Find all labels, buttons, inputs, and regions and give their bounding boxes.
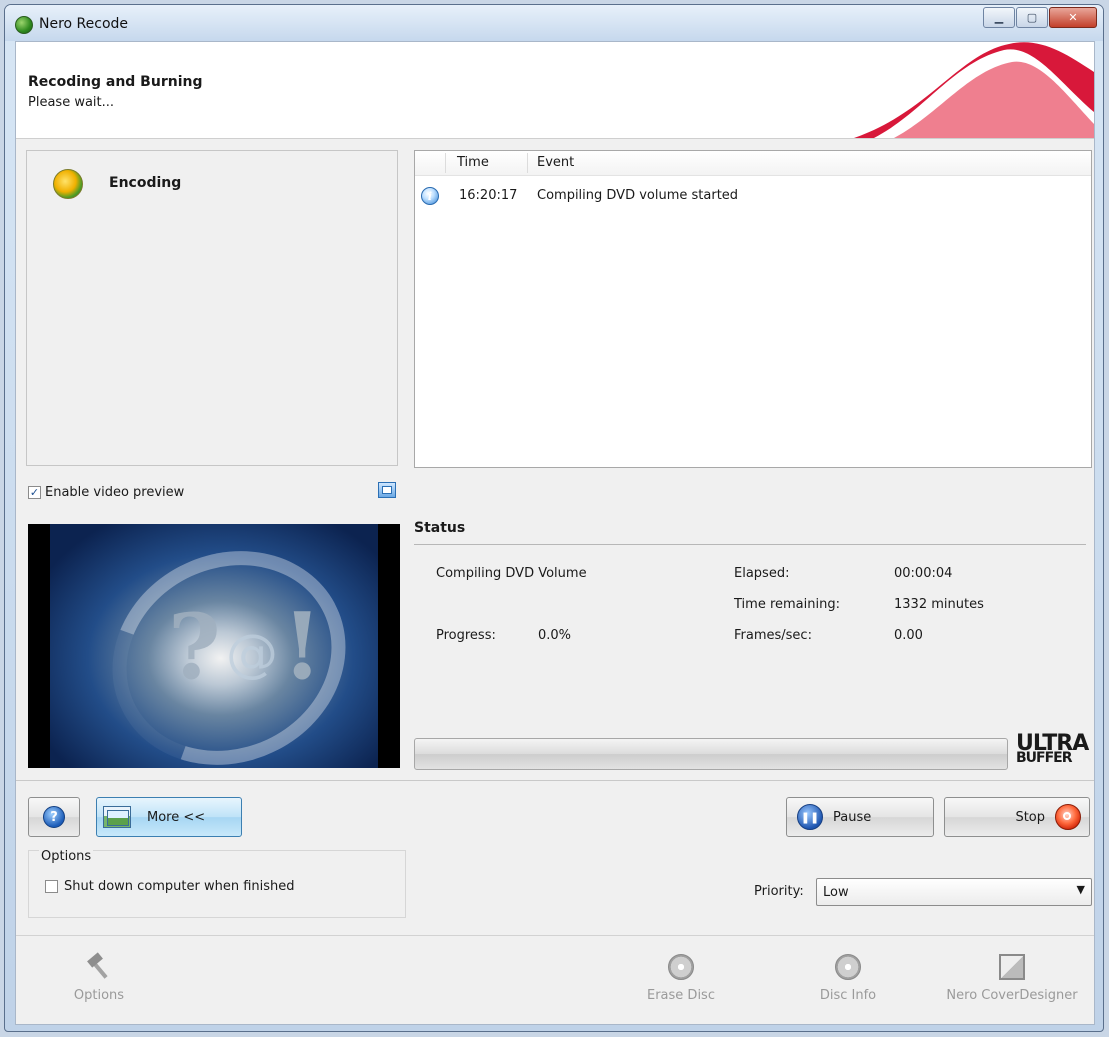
stage-panel: Encoding [26,150,398,466]
enable-video-preview-label: Enable video preview [45,485,185,500]
page-subtitle: Please wait... [28,95,115,110]
priority-selected-value: Low [823,885,849,900]
cover-designer-label: Nero CoverDesigner [946,988,1078,1003]
shutdown-label: Shut down computer when finished [64,879,295,894]
column-separator[interactable] [445,153,446,173]
stop-button[interactable]: Stop [944,797,1090,837]
event-log[interactable]: Time Event i 16:20:17 Compiling DVD volu… [414,150,1092,468]
progress-value: 0.0% [538,628,572,643]
frames-per-sec-label: Frames/sec: [734,628,812,643]
help-button[interactable]: ? [28,797,80,837]
disc-info-label: Disc Info [819,988,877,1003]
checkbox-unchecked-icon[interactable] [45,880,58,893]
pause-button[interactable]: ❚❚ Pause [786,797,934,837]
app-window: Nero Recode ▁ ▢ ✕ Recoding and Burning P… [4,4,1104,1032]
stage-encoding-label: Encoding [109,175,182,191]
progress-bar [414,738,1008,770]
info-icon: i [421,187,439,205]
shutdown-checkbox[interactable]: Shut down computer when finished [45,879,295,894]
cover-designer-icon [999,954,1025,980]
pause-icon: ❚❚ [797,804,823,830]
options-group: Options Shut down computer when finished [28,849,406,918]
client-area: Recoding and Burning Please wait... Enco… [15,41,1095,1025]
erase-disc-label: Erase Disc [647,988,715,1003]
preview-toggle-icon [103,806,131,828]
time-remaining-value: 1332 minutes [894,597,984,612]
pause-button-label: Pause [833,809,872,825]
help-icon: ? [43,806,65,828]
window-controls: ▁ ▢ ✕ [983,7,1097,28]
options-tool-button[interactable]: Options [64,954,134,1003]
table-row[interactable]: i 16:20:17 Compiling DVD volume started [415,187,1091,207]
erase-disc-icon [668,954,694,980]
encoding-icon [53,169,83,199]
title-bar[interactable]: Nero Recode ▁ ▢ ✕ [5,5,1103,41]
detach-preview-icon[interactable] [378,482,396,498]
stop-icon [1055,804,1081,830]
page-title: Recoding and Burning [28,74,203,90]
progress-label: Progress: [436,628,496,643]
status-heading: Status [414,520,466,536]
event-text: Compiling DVD volume started [537,188,739,203]
section-divider [16,780,1094,781]
checkbox-checked-icon[interactable]: ✓ [28,486,41,499]
ultrabuffer-logo: ULTRA BUFFER [1016,731,1089,766]
column-header-event[interactable]: Event [537,155,574,170]
erase-disc-button[interactable]: Erase Disc [638,954,724,1003]
disc-info-icon [835,954,861,980]
frames-per-sec-value: 0.00 [894,628,923,643]
cover-designer-button[interactable]: Nero CoverDesigner [932,954,1092,1003]
status-divider [414,544,1086,545]
options-tool-label: Options [73,988,125,1003]
video-preview: ? @ ! [28,524,400,768]
time-remaining-label: Time remaining: [734,597,840,612]
nero-wave-logo [854,42,1094,138]
more-button[interactable]: More << [96,797,242,837]
status-operation: Compiling DVD Volume [436,566,587,581]
preview-image: ? @ ! [50,524,381,768]
toolbar-divider [16,935,1094,936]
elapsed-value: 00:00:04 [894,566,953,581]
elapsed-label: Elapsed: [734,566,790,581]
enable-video-preview-checkbox[interactable]: ✓ Enable video preview [28,485,184,500]
hammer-icon [86,954,112,980]
dropdown-arrow-icon[interactable]: ▼ [1077,883,1085,896]
priority-label: Priority: [754,884,804,899]
maximize-button[interactable]: ▢ [1016,7,1048,28]
priority-select[interactable]: Low ▼ [816,878,1092,906]
event-log-header: Time Event [415,151,1091,176]
header-banner: Recoding and Burning Please wait... [16,42,1094,139]
column-header-time[interactable]: Time [457,155,489,170]
event-time: 16:20:17 [459,188,518,203]
options-group-title: Options [39,849,94,864]
column-separator[interactable] [527,153,528,173]
nero-app-icon [15,16,33,34]
stop-button-label: Stop [1015,809,1045,825]
window-title: Nero Recode [39,16,129,32]
minimize-button[interactable]: ▁ [983,7,1015,28]
close-button[interactable]: ✕ [1049,7,1097,28]
disc-info-button[interactable]: Disc Info [810,954,886,1003]
more-button-label: More << [147,809,206,825]
